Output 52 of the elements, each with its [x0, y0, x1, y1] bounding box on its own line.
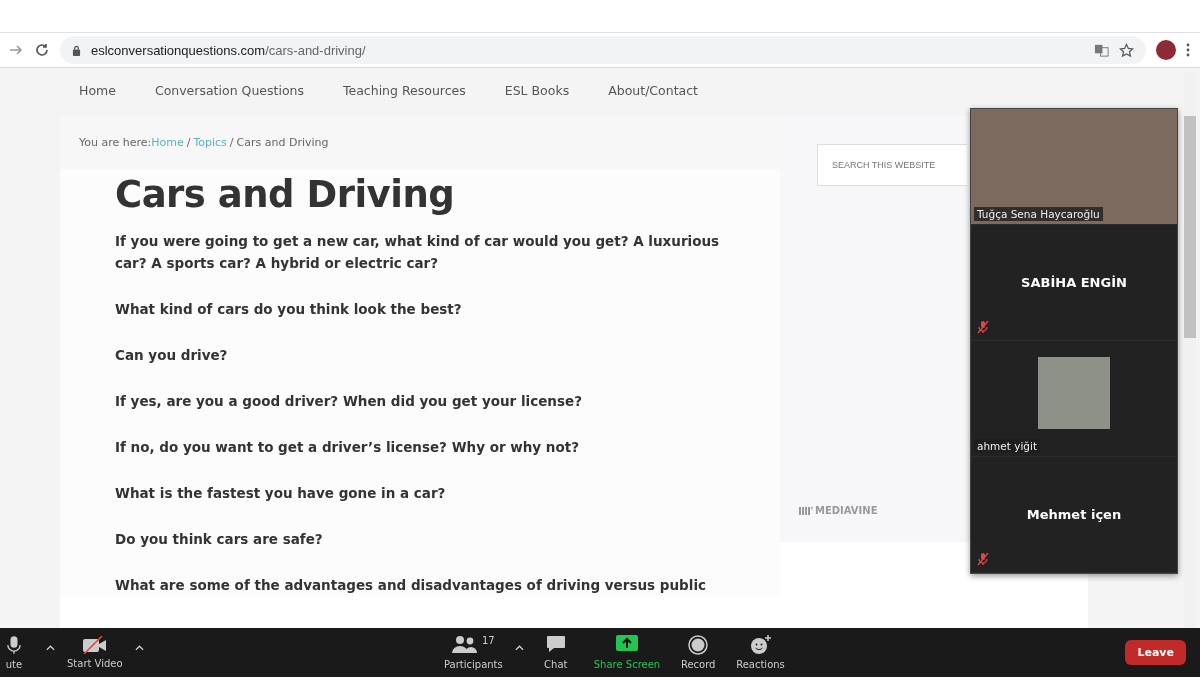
participant-name: ahmet yiğit — [974, 439, 1041, 453]
record-button[interactable]: Record — [672, 633, 725, 672]
menu-icon[interactable] — [1186, 43, 1190, 57]
url-text: eslconversationquestions.com/cars-and-driving/ — [91, 42, 366, 58]
nav-link[interactable]: About/Contact — [608, 83, 698, 116]
search-field[interactable]: SEARCH THIS WEBSITE — [817, 144, 967, 186]
translate-icon[interactable] — [1094, 42, 1109, 58]
address-bar[interactable]: eslconversationquestions.com/cars-and-driving/ — [60, 36, 1146, 64]
caret-icon[interactable] — [46, 645, 55, 651]
chat-bubble-icon — [545, 635, 566, 653]
scrollbar-thumb[interactable] — [1184, 116, 1196, 338]
record-icon — [688, 635, 709, 655]
question-text: What are some of the advantages and disadvantages of driving versus public — [115, 576, 707, 595]
share-screen-icon — [615, 635, 638, 651]
star-icon[interactable] — [1119, 42, 1134, 58]
start-video-button[interactable]: Start Video — [61, 634, 129, 671]
participants-button[interactable]: 17 Participants — [438, 633, 509, 672]
reload-icon[interactable] — [34, 42, 50, 58]
leave-button[interactable]: Leave — [1125, 640, 1186, 665]
profile-avatar[interactable] — [1156, 40, 1176, 60]
ad-label: MEDIAVINE — [815, 505, 878, 516]
nav-link[interactable]: Conversation Questions — [154, 83, 304, 116]
question-text: If you were going to get a new car, what kind of car would you get? A luxurious car? A sports car? A hybrid or electric car? — [115, 232, 721, 273]
share-button[interactable]: Share Screen — [587, 633, 667, 672]
nav-link[interactable]: Teaching Resources — [342, 83, 466, 116]
question-text: If yes, are you a good driver? When did you get your license? — [115, 392, 583, 411]
smiley-plus-icon — [749, 635, 772, 655]
microphone-icon — [7, 635, 21, 655]
nav-link[interactable]: Home — [79, 83, 116, 116]
bars-logo-icon — [799, 506, 813, 515]
lock-icon — [72, 44, 81, 56]
participant-name: Mehmet içen — [1026, 507, 1122, 522]
people-icon — [452, 635, 478, 653]
mute-button[interactable]: ute — [0, 633, 40, 672]
breadcrumb: You are here:Home / Topics / Cars and Driving — [60, 116, 780, 169]
question-text: If no, do you want to get a driver’s license? Why or why not? — [115, 438, 581, 457]
participant-name: Tuğça Sena Haycaroğlu — [974, 207, 1103, 221]
question-text: Can you drive? — [115, 346, 229, 365]
caret-icon[interactable] — [514, 645, 524, 651]
scrollbar[interactable] — [1184, 72, 1196, 628]
reactions-button[interactable]: Reactions — [730, 633, 791, 672]
breadcrumb-separator: / — [229, 136, 234, 149]
breadcrumb-separator: / — [186, 136, 191, 149]
article-title: Cars and Driving — [115, 173, 456, 216]
nav-link[interactable]: ESL Books — [504, 83, 570, 116]
video-off-icon — [82, 636, 107, 654]
participant-name: SABİHA ENGİN — [1021, 275, 1127, 290]
question-text: What kind of cars do you think look the best? — [115, 300, 463, 319]
question-text: Do you think cars are safe? — [115, 530, 324, 549]
caret-icon[interactable] — [134, 645, 144, 651]
chat-button[interactable]: Chat — [529, 633, 582, 672]
question-text: What is the fastest you have gone in a car? — [115, 484, 447, 503]
